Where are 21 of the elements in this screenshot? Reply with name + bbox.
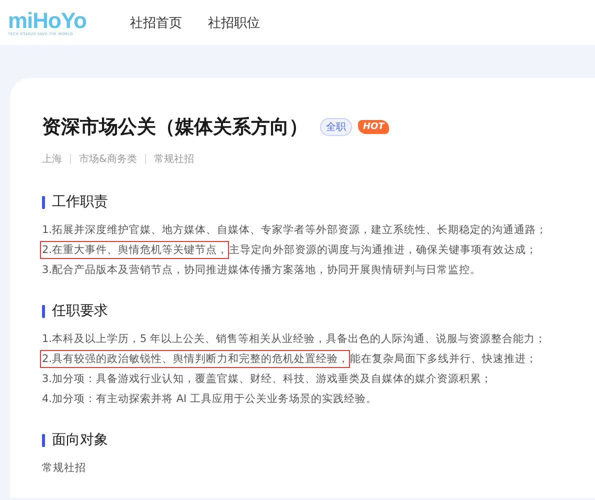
section-line: 4.加分项：有主动探索并将 AI 工具应用于公关业务场景的实践经验。 (42, 392, 378, 407)
section-line: 3.配合产品版本及营销节点，协同推进媒体传播方案落地，协同开展舆情研判与日常监控。 (42, 263, 482, 278)
nav-link[interactable]: 社招首页 (130, 14, 182, 32)
section-line: 常规社招 (42, 461, 87, 476)
nav-link[interactable]: 社招职位 (208, 14, 260, 32)
section-line: 1.拓展并深度维护官媒、地方媒体、自媒体、专家学者等外部资源，建立系统性、长期稳定的沟通通路； (42, 223, 548, 238)
section-heading: 任职要求 (52, 302, 108, 320)
job-type-tag: 全职 (320, 118, 352, 136)
section-heading: 面向对象 (52, 431, 108, 449)
hot-tag: HOT (358, 120, 390, 134)
section-marker (42, 196, 45, 208)
job-meta: 上海 (42, 152, 62, 166)
section-line: 2.在重大事件、舆情危机等关键节点，主导定向外部资源的调度与沟通推进，确保关键事项有效达成； (42, 240, 595, 260)
section-line: 1.本科及以上学历，5 年以上公关、销售等相关从业经验，具备出色的人际沟通、说服与资源整合能力； (42, 332, 548, 347)
section-marker (42, 304, 45, 318)
job-title: 资深市场公关（媒体关系方向） (42, 115, 308, 140)
job-meta: 常规社招 (154, 152, 194, 166)
job-meta: 市场&商务类 (79, 152, 137, 166)
section-heading: 工作职责 (52, 193, 108, 211)
section-marker (42, 434, 45, 446)
section-line: 3.加分项：具备游戏行业认知，覆盖官媒、财经、科技、游戏垂类及自媒体的媒介资源积累； (42, 372, 494, 387)
